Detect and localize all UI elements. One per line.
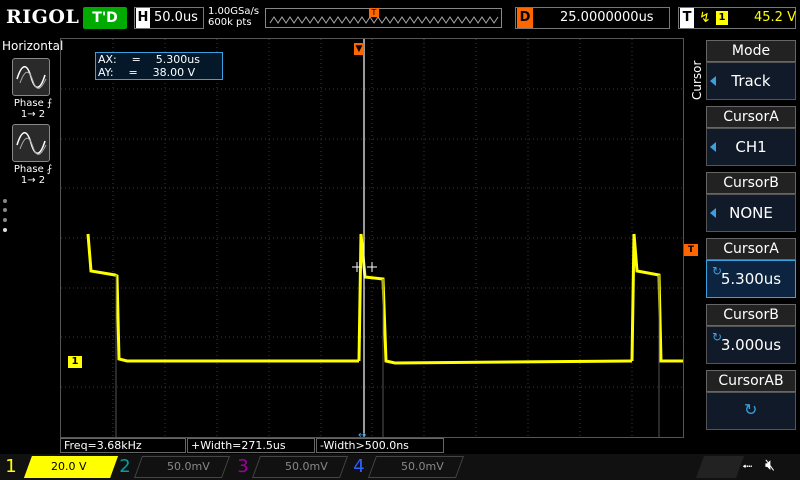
measurement-negative-width[interactable]: -Width>500.0ns (316, 438, 444, 453)
menu-mode[interactable]: Mode Track (706, 40, 796, 102)
ch1-number[interactable]: 1 (4, 455, 18, 479)
menu-value: CH1 (706, 128, 796, 166)
left-panel-title: Horizontal (2, 39, 64, 53)
ch4-number[interactable]: 4 (352, 455, 366, 479)
phase-rise-label: Phase ⨍ 1→ 2 (13, 98, 53, 120)
trigger-label: T (680, 8, 694, 28)
sine-wave-icon (16, 66, 47, 89)
memory-depth: 600k pts (208, 17, 252, 28)
memory-waveform-preview (269, 16, 499, 24)
usb-icon: ⭪ (742, 459, 753, 475)
ch2-number[interactable]: 2 (118, 455, 132, 479)
menu-cursor-a-position[interactable]: CursorA 5.300us ↻ (706, 238, 796, 300)
menu-value: NONE (706, 194, 796, 232)
knob-rotate-icon: ↻ (744, 400, 758, 419)
menu-value: Track (706, 62, 796, 100)
run-status-badge[interactable]: T'D (83, 7, 127, 29)
menu-title: Mode (706, 40, 796, 62)
menu-cursor-b-source[interactable]: CursorB NONE (706, 172, 796, 234)
ch1-scale: 20.0 V (51, 460, 87, 473)
ch3-scale: 50.0mV (285, 460, 328, 473)
timebase-label: H (136, 8, 150, 28)
trigger-source-badge: 1 (716, 11, 728, 25)
acquisition-info: 1.00GSa/s 600k pts (208, 6, 259, 28)
menu-title: CursorB (706, 172, 796, 194)
ch4-scale-box[interactable]: 50.0mV (367, 456, 465, 478)
sample-rate: 1.00GSa/s (208, 6, 260, 17)
delay-value: 25.0000000us (560, 10, 654, 25)
sine-wave-icon (16, 132, 47, 155)
menu-title: CursorA (706, 106, 796, 128)
menu-cursor-a-source[interactable]: CursorA CH1 (706, 106, 796, 168)
menu-side-label: Cursor (690, 60, 704, 100)
ch3-scale-box[interactable]: 50.0mV (251, 456, 349, 478)
ch1-offset-marker[interactable]: 1 (68, 356, 82, 368)
ch1-trace-segment (86, 233, 359, 363)
menu-title: CursorB (706, 304, 796, 326)
ch1-trace (86, 233, 683, 365)
triangle-left-icon (710, 76, 716, 86)
menu-cursor-ab[interactable]: CursorAB ↻ (706, 370, 796, 432)
measurement-frequency[interactable]: Freq=3.68kHz (60, 438, 186, 453)
menu-title: CursorAB (706, 370, 796, 392)
triangle-left-icon (710, 142, 716, 152)
ch1-scale-box[interactable]: 20.0 V (23, 456, 119, 478)
memory-position-bar[interactable] (265, 8, 502, 28)
cursor-ay-line: AY: = 38.00 V (98, 66, 196, 79)
trigger-time-marker: ▼ (354, 43, 364, 55)
trigger-position-marker: T (369, 8, 379, 17)
waveform-display[interactable] (60, 38, 684, 438)
knob-rotate-icon: ↻ (712, 330, 723, 344)
ch4-scale: 50.0mV (401, 460, 444, 473)
page-dot (3, 199, 7, 203)
cursor-ax-line: AX: = 5.300us (98, 53, 200, 66)
status-tray (695, 456, 745, 478)
page-dot-active (3, 228, 7, 232)
speaker-muted-icon[interactable]: 🔇︎ (765, 455, 775, 475)
menu-title: CursorA (706, 238, 796, 260)
brand-logo: RIGOL (6, 6, 80, 28)
trigger-level-value: 45.2 V (754, 10, 796, 25)
timebase-value: 50.0us (154, 10, 198, 25)
ch3-number[interactable]: 3 (236, 455, 250, 479)
trigger-level-marker[interactable]: T (684, 244, 698, 256)
ch2-scale: 50.0mV (167, 460, 210, 473)
rising-phase-waveform-icon[interactable] (12, 58, 50, 96)
ch1-trace-segment (630, 233, 683, 363)
menu-cursor-b-position[interactable]: CursorB 3.000us ↻ (706, 304, 796, 366)
falling-phase-waveform-icon[interactable] (12, 124, 50, 162)
phase-fall-label: Phase ⨏ 1→ 2 (13, 164, 53, 186)
ch1-trace-segment (357, 233, 633, 365)
page-dot (3, 208, 7, 212)
page-dot (3, 218, 7, 222)
measurement-positive-width[interactable]: +Width=271.5us (187, 438, 315, 453)
triangle-left-icon (710, 208, 716, 218)
ch2-scale-box[interactable]: 50.0mV (133, 456, 231, 478)
delay-label: D (517, 8, 533, 28)
trigger-edge-icon: ↯ (699, 10, 711, 26)
graticule (61, 39, 683, 437)
knob-rotate-icon: ↻ (712, 264, 723, 278)
